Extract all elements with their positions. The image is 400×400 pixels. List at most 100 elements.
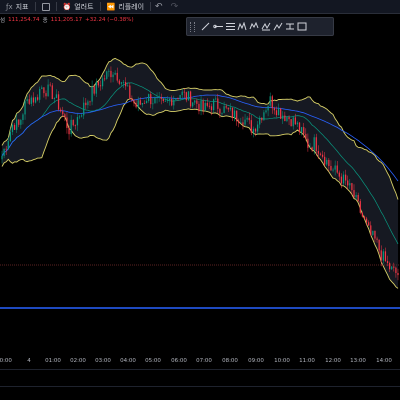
candle-body xyxy=(166,100,169,101)
alerts-button[interactable]: ⏰ 얼러트 xyxy=(57,0,100,13)
candle-body xyxy=(139,100,141,105)
candle-body xyxy=(66,117,68,129)
candle-body xyxy=(250,120,252,133)
forecast-icon[interactable] xyxy=(272,20,283,34)
candle-body xyxy=(265,110,267,113)
candle-body xyxy=(332,169,334,171)
candle-body xyxy=(135,103,137,108)
candle-body xyxy=(49,84,51,86)
candle-body xyxy=(89,101,91,103)
candle-body xyxy=(110,70,112,78)
candle-body xyxy=(185,92,188,101)
candle-body xyxy=(246,117,248,120)
candle-body xyxy=(338,172,340,177)
drag-handle-icon[interactable] xyxy=(190,21,195,32)
candle-body xyxy=(53,98,56,99)
legend-label-a: 섬 xyxy=(0,18,6,24)
candle-body xyxy=(72,119,74,126)
candle-body xyxy=(259,117,261,125)
candle-body xyxy=(229,107,232,110)
candle-body xyxy=(60,109,62,112)
candle-body xyxy=(143,102,146,104)
candle-body xyxy=(55,94,58,99)
candle-body xyxy=(344,174,347,181)
candle-body xyxy=(133,100,135,104)
candle-body xyxy=(271,96,273,109)
trend-line-icon[interactable] xyxy=(200,20,211,34)
candle-body xyxy=(68,128,70,135)
candle-body xyxy=(122,82,125,83)
candle-body xyxy=(382,251,384,261)
candle-body xyxy=(198,103,200,112)
candle-body xyxy=(374,230,376,239)
candle-body xyxy=(41,87,43,90)
candle-body xyxy=(116,72,118,81)
time-axis[interactable]: 00:00 4 01:00 02:00 03:00 04:00 05:00 06:00 07:0… xyxy=(0,354,400,369)
redo-icon[interactable]: ↷ xyxy=(167,2,183,12)
candle-body xyxy=(384,251,387,262)
candle-body xyxy=(357,194,359,202)
candle-body xyxy=(131,98,133,101)
candle-body xyxy=(342,174,345,184)
time-label: 4 xyxy=(27,358,31,364)
candle-body xyxy=(127,85,129,87)
candle-body xyxy=(340,176,343,184)
brush-icon[interactable] xyxy=(284,20,295,34)
candle-body xyxy=(380,250,382,261)
candle-body xyxy=(386,261,389,263)
indicators-button[interactable]: ƒx 지표 xyxy=(0,0,35,13)
candle-body xyxy=(238,121,240,124)
candle-body xyxy=(261,117,263,121)
fib-retracement-icon[interactable] xyxy=(224,20,235,34)
time-label: 07:00 xyxy=(196,358,212,364)
time-label: 06:00 xyxy=(171,358,187,364)
candle-body xyxy=(282,115,284,119)
candle-body xyxy=(173,99,175,106)
candle-body xyxy=(168,98,171,101)
panel-divider xyxy=(0,386,400,387)
candle-body xyxy=(30,97,32,104)
candle-body xyxy=(152,103,154,105)
candle-body xyxy=(359,201,361,213)
candle-body xyxy=(91,86,93,102)
legend-value-a: 111,254.74 xyxy=(8,17,40,23)
candle-body xyxy=(336,165,338,173)
candle-body xyxy=(215,98,217,100)
candle-body xyxy=(148,94,150,101)
candle-body xyxy=(296,122,299,125)
candle-body xyxy=(78,116,81,118)
candle-body xyxy=(225,106,227,108)
time-label: 01:00 xyxy=(45,358,61,364)
candle-body xyxy=(315,137,317,152)
candle-body xyxy=(7,141,9,150)
horizontal-ray-icon[interactable] xyxy=(212,20,223,34)
candle-body xyxy=(309,147,311,149)
price-chart[interactable] xyxy=(0,36,400,354)
candle-body xyxy=(26,99,28,102)
elliott-wave-icon[interactable] xyxy=(248,20,259,34)
undo-icon[interactable]: ↶ xyxy=(151,2,167,12)
candle-body xyxy=(286,116,288,122)
candle-body xyxy=(104,78,106,80)
layout-button[interactable] xyxy=(36,0,56,13)
candle-body xyxy=(192,102,194,107)
candle-body xyxy=(36,97,39,100)
candle-body xyxy=(227,107,229,110)
candle-body xyxy=(372,230,374,235)
candle-body xyxy=(317,151,320,154)
candle-body xyxy=(292,117,294,127)
candle-body xyxy=(200,100,202,112)
candle-body xyxy=(158,97,160,98)
candle-body xyxy=(114,72,116,75)
replay-label: 리플레이 xyxy=(118,2,145,11)
candle-body xyxy=(280,108,282,119)
candle-body xyxy=(275,110,278,116)
pattern-icon[interactable] xyxy=(236,20,247,34)
replay-button[interactable]: ⏪ 리플레이 xyxy=(101,0,150,13)
candle-body xyxy=(62,111,64,115)
candle-body xyxy=(112,74,114,78)
panel-divider xyxy=(0,369,400,370)
candle-body xyxy=(307,138,309,148)
ruler-icon[interactable] xyxy=(296,20,307,34)
projection-icon[interactable] xyxy=(260,20,271,34)
